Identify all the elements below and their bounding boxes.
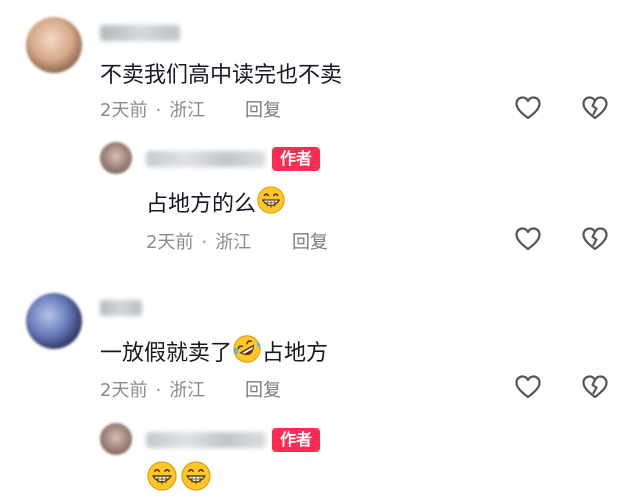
broken-heart-icon[interactable] <box>581 225 609 253</box>
separator-dot: · <box>155 380 162 401</box>
avatar[interactable] <box>26 293 82 349</box>
comment-meta: 2天前 · 浙江 <box>146 228 251 254</box>
reply-button[interactable]: 回复 <box>292 228 328 254</box>
heart-outline-icon[interactable] <box>514 373 542 401</box>
comment-time: 2天前 <box>100 100 148 121</box>
username-blurred[interactable] <box>100 25 180 41</box>
username-blurred[interactable] <box>146 432 266 448</box>
avatar[interactable] <box>26 17 82 73</box>
broken-heart-icon[interactable] <box>581 373 609 401</box>
comment-location: 浙江 <box>169 380 206 401</box>
comment-time: 2天前 <box>100 380 148 401</box>
comment-text-before: 一放假就卖了 <box>100 341 233 366</box>
comment-text <box>146 460 212 494</box>
comment-location: 浙江 <box>215 232 252 253</box>
author-badge: 作者 <box>272 428 321 452</box>
heart-outline-icon[interactable] <box>514 94 542 122</box>
grin-emoji-icon <box>146 460 178 492</box>
comment-text: 一放假就卖了 占地方 <box>100 334 328 367</box>
comment-text-body: 占地方的么 <box>146 192 257 217</box>
comment-text: 占地方的么 <box>146 185 286 218</box>
reply-button[interactable]: 回复 <box>245 96 281 122</box>
comment-time: 2天前 <box>146 232 194 253</box>
comment-location: 浙江 <box>169 100 206 121</box>
username-blurred[interactable] <box>146 151 266 167</box>
separator-dot: · <box>155 100 162 121</box>
grin-emoji-icon <box>256 185 286 215</box>
comment-text-after: 占地方 <box>262 341 329 366</box>
avatar[interactable] <box>100 423 132 455</box>
rofl-emoji-icon <box>232 334 262 364</box>
broken-heart-icon[interactable] <box>581 94 609 122</box>
heart-outline-icon[interactable] <box>514 225 542 253</box>
reply-button[interactable]: 回复 <box>245 376 281 402</box>
comment-meta: 2天前 · 浙江 <box>100 376 205 402</box>
separator-dot: · <box>201 232 208 253</box>
username-blurred[interactable] <box>100 300 142 316</box>
comment-text: 不卖我们高中读完也不卖 <box>100 63 343 88</box>
comment-meta: 2天前 · 浙江 <box>100 96 205 122</box>
author-badge: 作者 <box>272 147 321 171</box>
avatar[interactable] <box>100 142 132 174</box>
grin-emoji-icon <box>180 460 212 492</box>
